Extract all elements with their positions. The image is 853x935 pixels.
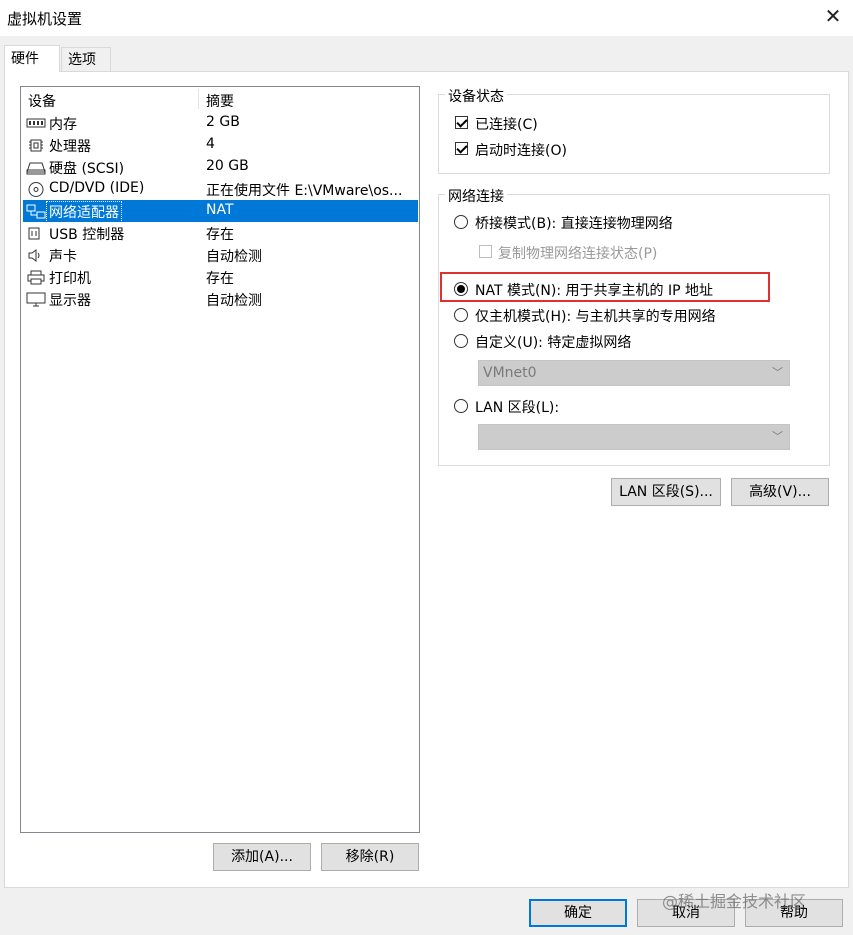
host-only-label[interactable]: 仅主机模式(H): 与主机共享的专用网络 — [475, 306, 716, 326]
add-button[interactable]: 添加(A)... — [213, 843, 311, 871]
device-summary: 存在 — [206, 227, 234, 243]
device-row-sound-card[interactable]: 声卡 自动检测 — [23, 244, 418, 266]
device-row-hard-disk[interactable]: 硬盘 (SCSI) 20 GB — [23, 156, 418, 178]
column-header-device[interactable]: 设备 — [28, 91, 56, 111]
custom-radio[interactable] — [454, 334, 468, 348]
replicate-state-checkbox[interactable] — [479, 245, 492, 258]
annotation-highlight-box — [440, 272, 770, 302]
custom-network-select[interactable]: VMnet0 ﹀ — [478, 360, 790, 386]
device-row-processor[interactable]: 处理器 4 — [23, 134, 418, 156]
device-summary: 存在 — [206, 271, 234, 287]
printer-icon — [27, 270, 45, 285]
device-list[interactable]: 设备 摘要 内存 2 GB 处理器 4 硬盘 (SCSI) 20 GB CD/D… — [20, 86, 420, 833]
advanced-button[interactable]: 高级(V)... — [731, 478, 829, 506]
network-icon — [26, 204, 46, 219]
chevron-down-icon: ﹀ — [772, 430, 783, 443]
device-name: 显示器 — [49, 293, 91, 309]
close-icon[interactable]: ✕ — [824, 5, 842, 27]
title-bar: 虚拟机设置 ✕ — [0, 0, 853, 36]
watermark: @稀土掘金技术社区 — [662, 892, 807, 911]
device-row-network-adapter[interactable]: 网络适配器 NAT — [23, 200, 418, 223]
ok-button[interactable]: 确定 — [529, 899, 627, 927]
device-status-group — [438, 94, 830, 174]
device-row-usb-controller[interactable]: USB 控制器 存在 — [23, 222, 418, 244]
device-summary: 自动检测 — [206, 249, 262, 265]
column-separator — [198, 89, 199, 109]
chevron-down-icon: ﹀ — [772, 366, 783, 379]
device-name: CD/DVD (IDE) — [49, 180, 145, 196]
device-name: 网络适配器 — [46, 201, 122, 223]
cpu-icon — [29, 139, 43, 152]
device-row-printer[interactable]: 打印机 存在 — [23, 266, 418, 288]
replicate-state-label[interactable]: 复制物理网络连接状态(P) — [498, 243, 657, 263]
device-summary: NAT — [206, 202, 234, 218]
bridged-radio[interactable] — [454, 215, 468, 229]
device-summary: 自动检测 — [206, 293, 262, 309]
device-name: USB 控制器 — [49, 227, 125, 243]
tab-hardware[interactable]: 硬件 — [4, 45, 60, 72]
device-row-cd-dvd[interactable]: CD/DVD (IDE) 正在使用文件 E:\VMware\os... — [23, 178, 418, 200]
custom-label[interactable]: 自定义(U): 特定虚拟网络 — [475, 332, 631, 352]
network-connection-label: 网络连接 — [445, 186, 507, 206]
device-name: 内存 — [49, 117, 77, 133]
device-status-label: 设备状态 — [445, 86, 507, 106]
column-header-summary[interactable]: 摘要 — [206, 91, 234, 111]
device-summary: 2 GB — [206, 114, 240, 130]
lan-segment-label[interactable]: LAN 区段(L): — [475, 397, 559, 417]
monitor-icon — [26, 292, 46, 307]
device-summary: 20 GB — [206, 158, 249, 174]
device-name: 打印机 — [49, 271, 91, 287]
connected-checkbox[interactable] — [455, 116, 468, 129]
usb-icon — [28, 227, 40, 240]
disk-icon — [26, 162, 46, 175]
lan-segments-button[interactable]: LAN 区段(S)... — [611, 478, 721, 506]
lan-segment-select[interactable]: ﹀ — [478, 424, 790, 450]
device-name: 硬盘 (SCSI) — [49, 161, 125, 177]
device-row-memory[interactable]: 内存 2 GB — [23, 112, 418, 134]
device-summary: 正在使用文件 E:\VMware\os... — [206, 183, 403, 199]
host-only-radio[interactable] — [454, 308, 468, 322]
device-row-display[interactable]: 显示器 自动检测 — [23, 288, 418, 310]
tab-options[interactable]: 选项 — [61, 47, 111, 71]
device-summary: 4 — [206, 136, 215, 152]
remove-button[interactable]: 移除(R) — [321, 843, 419, 871]
connected-label[interactable]: 已连接(C) — [475, 114, 538, 134]
connect-at-power-on-label[interactable]: 启动时连接(O) — [475, 140, 567, 160]
bridged-label[interactable]: 桥接模式(B): 直接连接物理网络 — [475, 213, 673, 233]
lan-segment-radio[interactable] — [454, 399, 468, 413]
connect-at-power-on-checkbox[interactable] — [455, 142, 468, 155]
device-name: 处理器 — [49, 139, 91, 155]
cd-icon — [28, 182, 44, 197]
speaker-icon — [28, 249, 40, 262]
memory-icon — [26, 118, 46, 128]
device-name: 声卡 — [49, 249, 77, 265]
custom-network-value: VMnet0 — [483, 365, 537, 381]
window-title: 虚拟机设置 — [7, 10, 83, 28]
